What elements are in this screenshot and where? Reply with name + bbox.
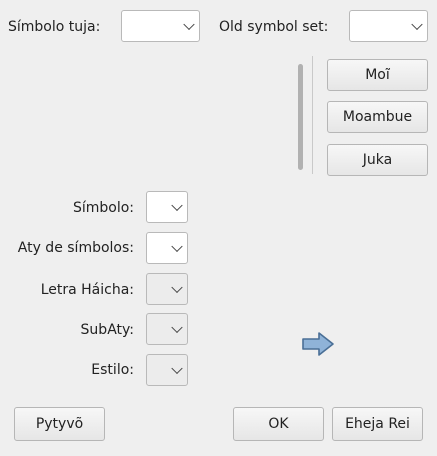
- chevron-down-icon: [171, 362, 183, 375]
- preview-scrollbar-thumb[interactable]: [298, 64, 303, 170]
- symbol-label: Símbolo:: [72, 200, 134, 216]
- chevron-down-icon: [171, 281, 183, 294]
- delete-button[interactable]: Juka: [327, 144, 428, 176]
- arrow-right-icon: [302, 332, 334, 356]
- cancel-button[interactable]: Eheja Rei: [332, 407, 423, 441]
- chevron-down-icon: [183, 18, 195, 31]
- symbol-preview-area[interactable]: [0, 54, 310, 174]
- chevron-down-icon: [171, 240, 183, 253]
- symbol-set-combobox[interactable]: [121, 10, 200, 42]
- new-button[interactable]: Moĩ: [327, 59, 428, 91]
- style-label: Estilo:: [91, 362, 134, 378]
- preview-scrollbar[interactable]: [297, 56, 305, 174]
- chevron-down-icon: [171, 199, 183, 212]
- old-symbol-set-label: Old symbol set:: [219, 19, 329, 35]
- symbol-set-label: Símbolo tuja:: [8, 19, 101, 35]
- subset-label: SubAty:: [80, 322, 134, 338]
- symbol-type-combobox[interactable]: [146, 232, 188, 264]
- modify-button[interactable]: Moambue: [327, 101, 428, 133]
- help-button[interactable]: Pytyvõ: [14, 407, 105, 441]
- chevron-down-icon: [171, 321, 183, 334]
- symbol-combobox[interactable]: [146, 191, 188, 223]
- ok-button[interactable]: OK: [233, 407, 324, 441]
- subset-combobox[interactable]: [146, 313, 188, 345]
- vertical-separator: [312, 56, 313, 174]
- old-symbol-set-combobox[interactable]: [349, 10, 428, 42]
- font-combobox[interactable]: [146, 273, 188, 305]
- style-combobox[interactable]: [146, 354, 188, 386]
- font-label: Letra Háicha:: [40, 282, 134, 298]
- chevron-down-icon: [411, 18, 423, 31]
- symbol-type-label: Aty de símbolos:: [17, 240, 134, 256]
